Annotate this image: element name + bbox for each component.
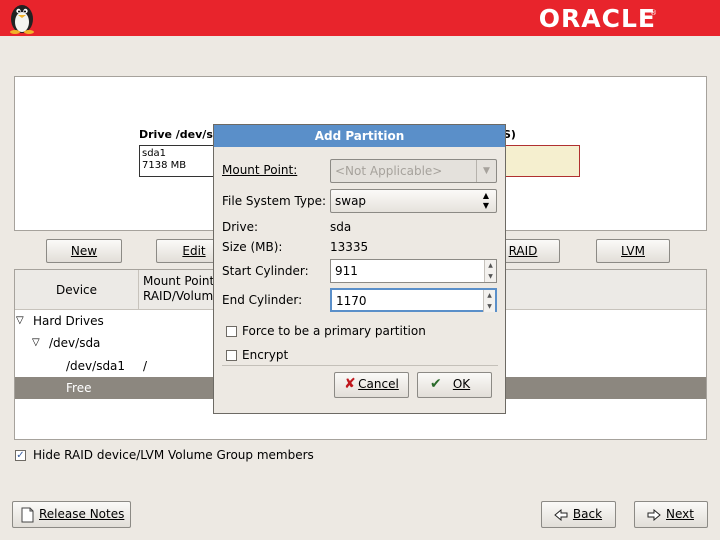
oracle-logo: ORACLE [538, 4, 656, 33]
mount-point-select[interactable]: <Not Applicable> ▼ [330, 159, 497, 183]
dialog-separator [222, 365, 498, 366]
spinner-arrows-icon[interactable]: ▲ ▼ [483, 290, 495, 312]
column-device[interactable]: Device [15, 270, 139, 310]
arrow-right-icon [647, 509, 661, 521]
tree-device: /dev/sda1 [66, 359, 126, 373]
new-button[interactable]: New [46, 239, 122, 263]
release-notes-button[interactable]: Release Notes [12, 501, 131, 528]
tux-penguin-icon [10, 5, 34, 34]
tree-device: Hard Drives [33, 314, 104, 328]
end-cylinder-spinner[interactable]: 1170 ▲ ▼ [330, 288, 497, 312]
start-cylinder-spinner[interactable]: 911 ▲ ▼ [330, 259, 497, 283]
expander-triangle-icon[interactable]: ▽ [32, 332, 40, 354]
segment-size: 7138 MB [142, 160, 187, 171]
fs-type-select[interactable]: swap ▲ ▼ [330, 189, 497, 213]
updown-arrows-icon: ▲ ▼ [482, 191, 490, 210]
drive-label: Drive: [222, 220, 259, 234]
mount-point-label: Mount Point: [222, 163, 298, 177]
registered-mark: ® [650, 9, 657, 17]
ok-check-icon: ✔ [430, 376, 442, 392]
size-value: 13335 [330, 240, 369, 254]
drive-value: sda [330, 220, 352, 234]
lvm-button[interactable]: LVM [596, 239, 670, 263]
dialog-title: Add Partition [214, 125, 505, 147]
cancel-x-icon: ✘ [344, 376, 356, 392]
drive-label: Drive /dev/se [139, 128, 221, 141]
ok-button[interactable]: ✔ OK [417, 372, 492, 398]
document-icon [21, 507, 34, 523]
hide-raid-label[interactable]: Hide RAID device/LVM Volume Group member… [33, 448, 314, 462]
cancel-button[interactable]: ✘ Cancel [334, 372, 409, 398]
spinner-arrows-icon[interactable]: ▲ ▼ [484, 260, 496, 282]
tree-device: /dev/sda [49, 336, 101, 350]
column-mount-line2: RAID/Volume [143, 289, 221, 303]
partition-segment-sda1[interactable]: sda1 7138 MB [139, 145, 217, 177]
encrypt-checkbox[interactable] [226, 350, 237, 361]
fs-type-label: File System Type: [222, 194, 327, 208]
column-mount-point[interactable]: Mount Point/ RAID/Volume [143, 274, 221, 304]
segment-name: sda1 [142, 148, 167, 159]
encrypt-label[interactable]: Encrypt [242, 348, 288, 362]
next-button[interactable]: Next [634, 501, 708, 528]
chevron-down-icon: ▼ [476, 160, 496, 182]
size-label: Size (MB): [222, 240, 283, 254]
column-mount-line1: Mount Point/ [143, 274, 219, 288]
arrow-left-icon [554, 509, 568, 521]
back-button[interactable]: Back [541, 501, 616, 528]
hide-raid-checkbox[interactable]: ✓ [15, 450, 26, 461]
primary-partition-label[interactable]: Force to be a primary partition [242, 324, 426, 338]
partition-segment-free[interactable] [500, 145, 580, 177]
tree-mount: / [143, 359, 148, 373]
tree-device: Free [66, 381, 92, 395]
end-cylinder-label: End Cylinder: [222, 293, 303, 307]
start-cylinder-label: Start Cylinder: [222, 264, 309, 278]
expander-triangle-icon[interactable]: ▽ [16, 310, 24, 332]
primary-partition-checkbox[interactable] [226, 326, 237, 337]
